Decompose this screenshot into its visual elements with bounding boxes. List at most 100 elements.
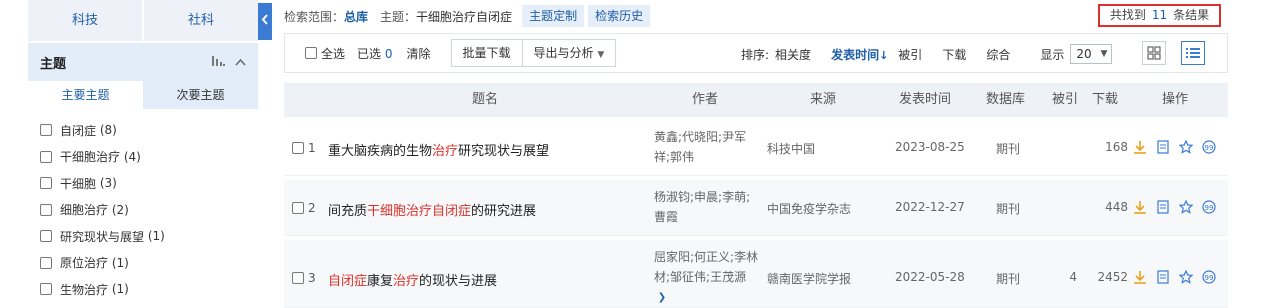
quote-icon[interactable]: 99: [1202, 140, 1216, 154]
checkbox[interactable]: [40, 283, 52, 296]
page-size-select[interactable]: 20 ▼: [1070, 44, 1113, 64]
row-checkbox[interactable]: [292, 202, 304, 214]
sort-downloads[interactable]: 下载: [942, 46, 966, 63]
authors[interactable]: 黄鑫;代晓阳;尹军 祥;郭伟: [654, 127, 762, 167]
tab-social-science[interactable]: 社科: [144, 0, 258, 41]
source-link[interactable]: 中国免疫学杂志: [767, 200, 851, 217]
facet-item-label: 自闭症: [60, 123, 97, 138]
tab-main-topic[interactable]: 主要主题: [28, 81, 143, 109]
facet-item[interactable]: 原位治疗 (1): [40, 250, 258, 277]
list-view-button[interactable]: [1181, 41, 1205, 65]
download-count: 2452: [1097, 270, 1128, 284]
authors[interactable]: 杨淑钧;申晨;李萌; 曹霞: [654, 187, 762, 227]
row-actions: 99: [1133, 270, 1225, 284]
tab-science-tech[interactable]: 科技: [28, 0, 142, 41]
favorite-star-icon[interactable]: [1179, 140, 1193, 154]
source-link[interactable]: 科技中国: [767, 140, 815, 157]
row-number: 2: [308, 201, 316, 215]
download-count: 168: [1105, 140, 1128, 154]
download-icon[interactable]: [1133, 200, 1147, 214]
facet-list: 自闭症 (8) 干细胞治疗 (4) 干细胞 (3) 细胞治疗 (2) 研究现状与…: [28, 109, 258, 303]
facet-item[interactable]: 自闭症 (8): [40, 117, 258, 144]
favorite-star-icon[interactable]: [1179, 270, 1193, 284]
search-history-button[interactable]: 检索历史: [588, 5, 651, 27]
quote-icon[interactable]: 99: [1202, 200, 1216, 214]
article-title-link[interactable]: 重大脑疾病的生物治疗研究现状与展望: [328, 140, 549, 159]
caret-down-icon: ▼: [1100, 49, 1108, 59]
quote-icon[interactable]: 99: [1202, 270, 1216, 284]
clear-selection-link[interactable]: 清除: [407, 45, 431, 62]
database: 期刊: [996, 202, 1021, 216]
row-number: 3: [308, 271, 316, 285]
col-database: 数据库: [986, 92, 1026, 107]
topic-customize-button[interactable]: 主题定制: [522, 5, 585, 27]
facet-item-label: 干细胞治疗: [60, 150, 121, 165]
download-icon[interactable]: [1133, 140, 1147, 154]
bar-chart-icon[interactable]: [212, 55, 225, 69]
checkbox[interactable]: [40, 177, 52, 190]
table-row: 2 间充质干细胞治疗自闭症的研究进展 杨淑钧;申晨;李萌; 曹霞 中国免疫学杂志 …: [284, 180, 1228, 236]
col-title: 题名: [472, 92, 499, 107]
select-all-checkbox[interactable]: [305, 47, 317, 59]
row-checkbox[interactable]: [292, 272, 304, 284]
sort-relevance[interactable]: 相关度: [775, 46, 811, 63]
row-index: 2: [292, 201, 316, 215]
arrow-down-icon: ↓: [879, 48, 889, 62]
checkbox[interactable]: [40, 124, 52, 137]
result-count-prefix: 共找到: [1109, 8, 1146, 22]
grid-view-button[interactable]: [1142, 41, 1166, 65]
authors[interactable]: 屈家阳;何正义;李林 材;邹征伟;王茂源: [654, 247, 762, 287]
facet-item[interactable]: 干细胞治疗 (4): [40, 144, 258, 171]
authors-line: 屈家阳;何正义;李林: [654, 250, 759, 264]
facet-item[interactable]: 生物治疗 (1): [40, 276, 258, 303]
checkbox[interactable]: [40, 203, 52, 216]
html-read-icon[interactable]: [1156, 140, 1170, 154]
publish-date: 2023-08-25: [895, 140, 965, 154]
col-cited: 被引: [1052, 92, 1079, 107]
category-tabs: 科技 社科: [28, 0, 258, 41]
facet-item-count: (8): [99, 123, 117, 138]
favorite-star-icon[interactable]: [1179, 200, 1193, 214]
sort-cited[interactable]: 被引: [898, 46, 922, 63]
facet-sub-tabs: 主要主题 次要主题: [28, 81, 258, 109]
checkbox[interactable]: [40, 230, 52, 243]
search-info-bar: 检索范围： 总库 主题： 干细胞治疗自闭症 主题定制 检索历史: [284, 5, 654, 27]
table-row: 1 重大脑疾病的生物治疗研究现状与展望 黄鑫;代晓阳;尹军 祥;郭伟 科技中国 2…: [284, 120, 1228, 176]
left-sidebar: 科技 社科 主题 主要主题 次要主题 自闭症 (8) 干细胞治疗 (4) 干细胞…: [28, 0, 258, 308]
row-checkbox[interactable]: [292, 142, 304, 154]
article-title-link[interactable]: 间充质干细胞治疗自闭症的研究进展: [328, 200, 536, 219]
chevron-up-icon[interactable]: [235, 56, 246, 69]
sort-comprehensive[interactable]: 综合: [986, 46, 1010, 63]
download-count: 448: [1105, 200, 1128, 214]
facet-item[interactable]: 研究现状与展望 (1): [40, 223, 258, 250]
scope-value[interactable]: 总库: [344, 8, 368, 25]
collapse-sidebar-button[interactable]: [258, 3, 272, 40]
row-actions: 99: [1133, 140, 1225, 154]
export-analysis-dropdown[interactable]: 导出与分析 ▼: [521, 39, 617, 67]
sort-publish-date[interactable]: 发表时间↓: [831, 46, 888, 63]
checkbox[interactable]: [40, 150, 52, 163]
cited-count[interactable]: 4: [1061, 270, 1077, 284]
svg-text:99: 99: [1205, 144, 1214, 152]
facet-header-topic[interactable]: 主题: [28, 43, 258, 81]
sort-publish-date-label: 发表时间: [831, 47, 880, 62]
html-read-icon[interactable]: [1156, 270, 1170, 284]
facet-item[interactable]: 干细胞 (3): [40, 170, 258, 197]
download-icon[interactable]: [1133, 270, 1147, 284]
html-read-icon[interactable]: [1156, 200, 1170, 214]
row-index: 1: [292, 141, 316, 155]
facet-item-count: (2): [111, 202, 129, 217]
results-table-header: 题名 作者 来源 发表时间 数据库 被引 下载 操作: [284, 83, 1228, 117]
source-link[interactable]: 赣南医学院学报: [767, 270, 851, 287]
batch-download-button[interactable]: 批量下载: [450, 39, 523, 67]
title-highlight: 治疗: [393, 274, 420, 289]
checkbox[interactable]: [40, 256, 52, 269]
select-all-label[interactable]: 全选: [321, 45, 345, 62]
article-title-link[interactable]: 自闭症康复治疗的现状与进展: [328, 270, 497, 289]
facet-item[interactable]: 细胞治疗 (2): [40, 197, 258, 224]
row-index: 3: [292, 271, 316, 285]
caret-down-icon: ▼: [597, 50, 605, 60]
facet-item-count: (1): [147, 229, 165, 244]
tab-secondary-topic[interactable]: 次要主题: [143, 81, 258, 109]
expand-authors-icon[interactable]: ❯: [656, 292, 668, 304]
